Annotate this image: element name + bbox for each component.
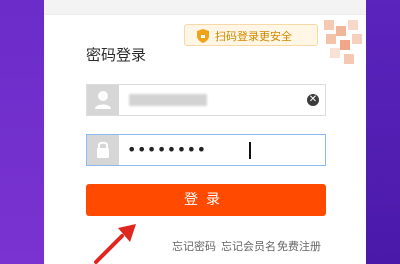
qr-tip-text: 扫码登录更安全 <box>215 30 292 43</box>
qr-code-corner[interactable] <box>322 18 366 76</box>
free-register-link[interactable]: 免费注册 <box>277 238 321 254</box>
shield-icon <box>197 29 209 43</box>
red-arrow-annotation <box>94 224 136 264</box>
forgot-password-link[interactable]: 忘记密码 <box>172 238 216 254</box>
card-top-strip <box>44 0 366 15</box>
user-icon-box <box>87 85 119 115</box>
background-right <box>366 0 400 264</box>
user-icon <box>95 91 111 109</box>
password-login-title: 密码登录 <box>86 46 147 64</box>
forgot-member-name-link[interactable]: 忘记会员名 <box>221 238 276 254</box>
password-field[interactable]: •••••••• <box>86 134 326 166</box>
password-mask: •••••••• <box>127 140 207 159</box>
background-left <box>0 0 44 264</box>
clear-icon[interactable]: ✕ <box>307 94 319 106</box>
lock-icon <box>97 141 109 158</box>
qr-login-tip[interactable]: 扫码登录更安全 <box>184 24 318 46</box>
lock-icon-box <box>87 135 119 165</box>
username-value-blurred <box>129 94 207 106</box>
login-button[interactable]: 登录 <box>86 184 326 216</box>
text-caret <box>249 142 251 159</box>
username-field[interactable]: ✕ <box>86 84 326 116</box>
